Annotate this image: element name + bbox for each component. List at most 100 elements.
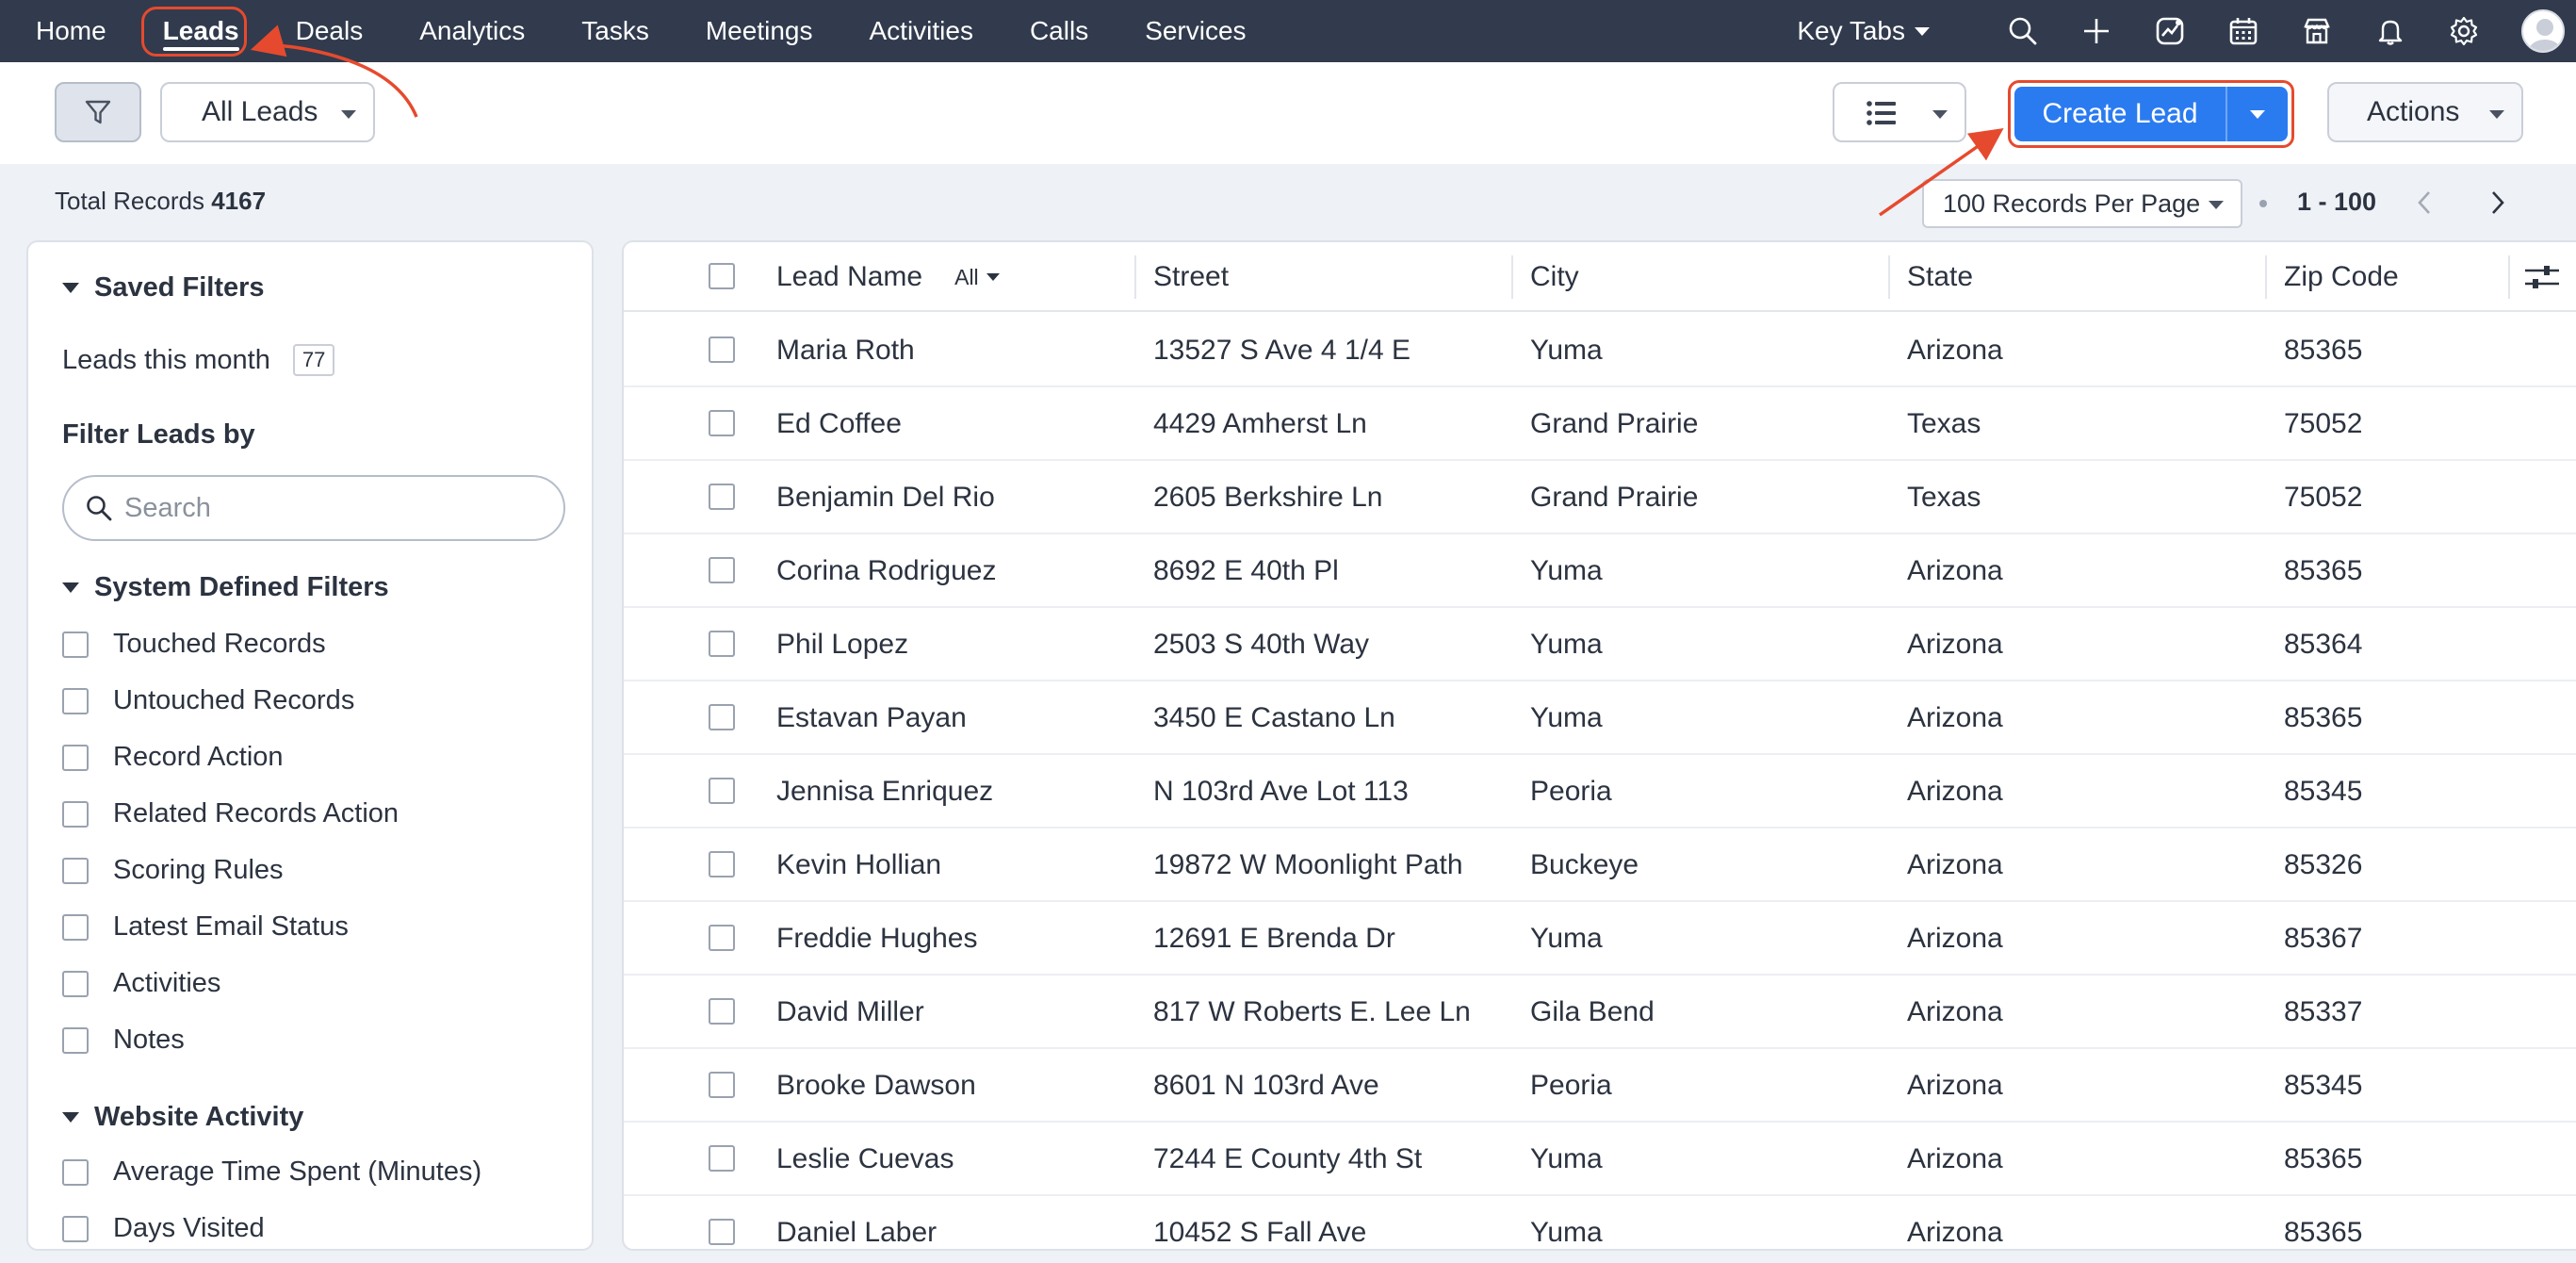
lead-name-cell[interactable]: Leslie Cuevas [776, 1123, 954, 1196]
nav-tab-analytics[interactable]: Analytics [391, 0, 553, 62]
filter-option[interactable]: Days Visited [62, 1213, 265, 1244]
table-row[interactable]: Maria Roth 13527 S Ave 4 1/4 E Yuma Arizona… [624, 314, 2576, 387]
row-checkbox[interactable] [709, 484, 735, 510]
create-lead-dropdown[interactable] [2227, 109, 2288, 119]
lead-name-cell[interactable]: Kevin Hollian [776, 828, 941, 902]
filter-search-input[interactable] [124, 492, 539, 524]
key-tabs-menu[interactable]: Key Tabs [1797, 16, 1930, 46]
lead-name-cell[interactable]: Brooke Dawson [776, 1049, 976, 1123]
filter-toggle-button[interactable] [55, 82, 141, 142]
saved-filters-toggle[interactable]: Saved Filters [62, 272, 265, 303]
column-header-lead-name[interactable]: Lead Name All [776, 242, 1000, 312]
row-checkbox[interactable] [709, 1219, 735, 1245]
filter-option[interactable]: Latest Email Status [62, 911, 349, 943]
table-row[interactable]: Kevin Hollian 19872 W Moonlight Path Bucke… [624, 828, 2576, 902]
nav-tab-tasks[interactable]: Tasks [553, 0, 677, 62]
actions-button[interactable]: Actions [2327, 82, 2523, 142]
filter-checkbox[interactable] [62, 800, 89, 828]
filter-option[interactable]: Notes [62, 1025, 185, 1056]
row-checkbox[interactable] [709, 778, 735, 804]
lead-name-cell[interactable]: Phil Lopez [776, 608, 908, 681]
nav-tab-deals[interactable]: Deals [268, 0, 392, 62]
row-checkbox[interactable] [709, 557, 735, 583]
lead-name-cell[interactable]: Maria Roth [776, 314, 915, 387]
table-row[interactable]: Daniel Laber 10452 S Fall Ave Yuma Arizona 8… [624, 1196, 2576, 1249]
row-checkbox[interactable] [709, 925, 735, 951]
select-all-checkbox[interactable] [709, 263, 735, 289]
nav-tab-meetings[interactable]: Meetings [677, 0, 841, 62]
avatar[interactable] [2521, 9, 2565, 53]
next-page-button[interactable] [2484, 187, 2512, 219]
view-mode-dropdown[interactable] [1833, 82, 1966, 142]
filter-option[interactable]: Activities [62, 968, 220, 999]
lead-name-cell[interactable]: David Miller [776, 976, 924, 1049]
column-header-street[interactable]: Street [1153, 242, 1229, 312]
filter-option[interactable]: Scoring Rules [62, 855, 284, 886]
row-checkbox[interactable] [709, 631, 735, 657]
filter-checkbox[interactable] [62, 913, 89, 941]
table-row[interactable]: David Miller 817 W Roberts E. Lee Ln Gila … [624, 976, 2576, 1049]
filter-checkbox[interactable] [62, 1158, 89, 1186]
column-header-state[interactable]: State [1907, 242, 1973, 312]
table-row[interactable]: Phil Lopez 2503 S 40th Way Yuma Arizona 8536… [624, 608, 2576, 681]
lead-name-cell[interactable]: Estavan Payan [776, 681, 967, 755]
lead-name-cell[interactable]: Freddie Hughes [776, 902, 977, 976]
column-header-zip-code[interactable]: Zip Code [2284, 242, 2399, 312]
table-row[interactable]: Estavan Payan 3450 E Castano Ln Yuma Arizon… [624, 681, 2576, 755]
table-row[interactable]: Corina Rodriguez 8692 E 40th Pl Yuma Arizon… [624, 534, 2576, 608]
lead-name-cell[interactable]: Benjamin Del Rio [776, 461, 995, 534]
filter-checkbox[interactable] [62, 744, 89, 771]
column-settings-button[interactable] [2523, 242, 2561, 312]
filter-checkbox[interactable] [62, 857, 89, 884]
row-checkbox[interactable] [709, 851, 735, 878]
nav-tab-services[interactable]: Services [1117, 0, 1274, 62]
gear-icon[interactable] [2427, 0, 2501, 62]
previous-page-button[interactable] [2410, 187, 2438, 219]
nav-tab-home[interactable]: Home [8, 0, 135, 62]
lead-name-filter-dropdown[interactable]: All [954, 265, 1000, 290]
column-divider [2265, 255, 2267, 299]
marketplace-icon[interactable] [2280, 0, 2354, 62]
website-activity-toggle[interactable]: Website Activity [62, 1102, 303, 1133]
plus-icon[interactable] [2060, 0, 2133, 62]
lead-name-cell[interactable]: Ed Coffee [776, 387, 902, 461]
filter-option[interactable]: Related Records Action [62, 798, 399, 829]
filter-option[interactable]: Untouched Records [62, 685, 354, 716]
filter-checkbox[interactable] [62, 687, 89, 714]
filter-option[interactable]: Touched Records [62, 629, 326, 660]
nav-tab-calls[interactable]: Calls [1002, 0, 1117, 62]
filter-option[interactable]: Record Action [62, 742, 284, 773]
filter-checkbox[interactable] [62, 631, 89, 658]
table-row[interactable]: Ed Coffee 4429 Amherst Ln Grand Prairie Tex… [624, 387, 2576, 461]
calendar-icon[interactable] [2207, 0, 2280, 62]
signals-icon[interactable] [2133, 0, 2207, 62]
lead-name-cell[interactable]: Corina Rodriguez [776, 534, 996, 608]
table-row[interactable]: Jennisa Enriquez N 103rd Ave Lot 113 Peori… [624, 755, 2576, 828]
table-row[interactable]: Brooke Dawson 8601 N 103rd Ave Peoria Arizo… [624, 1049, 2576, 1123]
table-row[interactable]: Freddie Hughes 12691 E Brenda Dr Yuma Arizo… [624, 902, 2576, 976]
row-checkbox[interactable] [709, 1072, 735, 1098]
records-per-page-select[interactable]: 100 Records Per Page [1922, 179, 2242, 228]
table-row[interactable]: Leslie Cuevas 7244 E County 4th St Yuma Ari… [624, 1123, 2576, 1196]
row-checkbox[interactable] [709, 410, 735, 436]
create-lead-button[interactable]: Create Lead [2014, 87, 2288, 141]
search-icon[interactable] [1986, 0, 2060, 62]
custom-view-dropdown[interactable]: All Leads [160, 82, 375, 142]
filter-checkbox[interactable] [62, 1026, 89, 1054]
saved-filter-leads-this-month[interactable]: Leads this month 77 [62, 344, 335, 376]
system-filters-toggle[interactable]: System Defined Filters [62, 572, 389, 603]
nav-tab-activities[interactable]: Activities [840, 0, 1001, 62]
filter-option[interactable]: Average Time Spent (Minutes) [62, 1156, 481, 1188]
column-header-city[interactable]: City [1530, 242, 1579, 312]
filter-checkbox[interactable] [62, 1215, 89, 1242]
lead-name-cell[interactable]: Jennisa Enriquez [776, 755, 993, 828]
row-checkbox[interactable] [709, 998, 735, 1025]
row-checkbox[interactable] [709, 704, 735, 730]
table-row[interactable]: Benjamin Del Rio 2605 Berkshire Ln Grand P… [624, 461, 2576, 534]
lead-name-cell[interactable]: Daniel Laber [776, 1196, 937, 1249]
row-checkbox[interactable] [709, 336, 735, 363]
row-checkbox[interactable] [709, 1145, 735, 1172]
filter-checkbox[interactable] [62, 970, 89, 997]
bell-icon[interactable] [2354, 0, 2427, 62]
zip-code-cell: 85364 [2284, 629, 2363, 660]
